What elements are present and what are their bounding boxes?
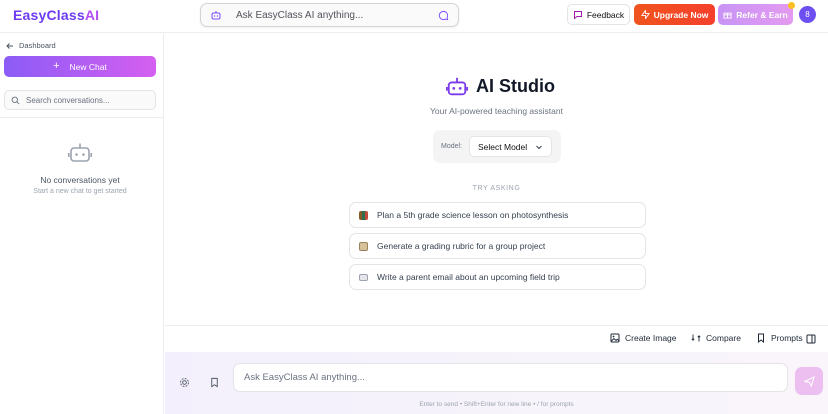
send-button[interactable] [795, 367, 823, 395]
prompts-button[interactable]: Prompts [756, 333, 803, 343]
suggestion-item[interactable]: Write a parent email about an upcoming f… [349, 264, 646, 290]
model-select-value: Select Model [478, 141, 528, 152]
search-conversations-placeholder: Search conversations... [26, 95, 110, 105]
top-search-input[interactable]: Ask EasyClass AI anything... [200, 3, 459, 27]
top-search-placeholder: Ask EasyClass AI anything... [236, 9, 364, 21]
refer-label: Refer & Earn [736, 9, 788, 20]
keyboard-hint: Enter to send • Shift+Enter for new line… [419, 401, 574, 408]
brand-logo[interactable]: EasyClassAI [13, 7, 99, 23]
create-image-label: Create Image [625, 333, 677, 343]
model-label: Model: [441, 143, 463, 150]
new-chat-label: New Chat [69, 61, 107, 72]
bookmark-icon [758, 333, 764, 343]
new-chat-button[interactable]: + New Chat [4, 56, 156, 77]
message-input[interactable]: Ask EasyClass AI anything... [233, 363, 788, 392]
sidebar: Dashboard + New Chat Search conversation… [0, 34, 164, 414]
compare-arrows-icon [691, 334, 701, 342]
sidebar-divider [0, 117, 163, 118]
message-square-icon [573, 10, 582, 20]
brand-name-part1: EasyClass [13, 7, 85, 23]
compare-button[interactable]: Compare [691, 333, 741, 343]
panel-toggle-icon[interactable] [806, 334, 816, 344]
gift-icon [723, 12, 732, 19]
books-icon [359, 210, 368, 220]
image-icon [610, 333, 620, 343]
brand-name-part2: AI [84, 7, 100, 23]
suggestion-text: Write a parent email about an upcoming f… [377, 272, 560, 282]
search-conversations-input[interactable]: Search conversations... [4, 90, 156, 110]
top-bar: EasyClassAI Ask EasyClass AI anything...… [0, 0, 828, 33]
page-title: AI Studio [476, 76, 555, 96]
composer-area: Ask EasyClass AI anything... Enter to se… [165, 352, 828, 414]
lightning-icon [640, 10, 650, 19]
notification-dot [788, 2, 795, 9]
suggestion-item[interactable]: Plan a 5th grade science lesson on photo… [349, 202, 646, 228]
robot-icon [446, 77, 468, 96]
empty-state-subtitle: Start a new chat to get started [33, 188, 127, 195]
send-icon [803, 375, 815, 387]
feedback-button[interactable]: Feedback [567, 4, 630, 25]
gear-icon[interactable] [179, 377, 190, 388]
robot-icon [68, 143, 92, 162]
compare-label: Compare [706, 333, 741, 343]
page-subtitle: Your AI-powered teaching assistant [430, 106, 563, 116]
back-to-dashboard-link[interactable]: Dashboard [6, 41, 56, 50]
user-avatar[interactable]: 8 [799, 6, 816, 23]
envelope-icon [359, 273, 368, 281]
model-selector-group: Model: Select Model [433, 130, 561, 163]
model-select-dropdown[interactable]: Select Model [469, 136, 553, 157]
suggestion-text: Plan a 5th grade science lesson on photo… [377, 210, 569, 220]
chat-bubble-icon[interactable] [438, 10, 449, 21]
suggestion-item[interactable]: Generate a grading rubric for a group pr… [349, 233, 646, 259]
back-label: Dashboard [19, 41, 56, 50]
refer-and-earn-button[interactable]: Refer & Earn [718, 4, 793, 25]
create-image-button[interactable]: Create Image [610, 333, 677, 343]
toolbar-divider [165, 325, 828, 326]
arrow-left-icon [6, 42, 13, 49]
chevron-down-icon [536, 145, 542, 149]
upgrade-now-button[interactable]: Upgrade Now [634, 4, 715, 25]
try-asking-label: TRY ASKING [472, 185, 521, 192]
prompts-label: Prompts [771, 333, 803, 343]
main-panel: AI Studio Your AI-powered teaching assis… [165, 34, 828, 414]
search-icon [11, 96, 20, 104]
upgrade-label: Upgrade Now [653, 9, 709, 20]
robot-icon [211, 11, 221, 20]
feedback-label: Feedback [586, 9, 625, 20]
message-input-placeholder: Ask EasyClass AI anything... [244, 372, 365, 383]
suggestion-text: Generate a grading rubric for a group pr… [377, 241, 546, 251]
empty-state-title: No conversations yet [40, 175, 120, 185]
plus-icon: + [53, 60, 60, 72]
bookmark-icon[interactable] [209, 377, 220, 388]
clipboard-icon [359, 241, 368, 251]
